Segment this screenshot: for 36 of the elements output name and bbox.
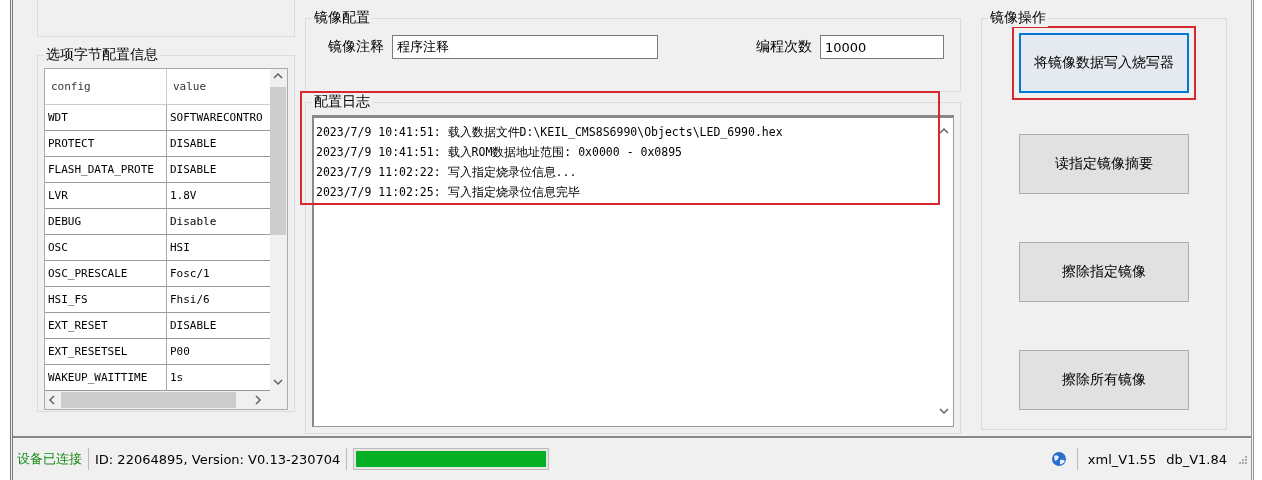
log-line: 2023/7/9 11:02:22: 写入指定烧录位信息... <box>316 164 578 181</box>
xml-version: xml_V1.55 <box>1087 451 1157 467</box>
comment-field[interactable]: 程序注释 <box>392 35 658 59</box>
table-cell: EXT_RESETSEL <box>45 339 167 365</box>
db-version: db_V1.84 <box>1166 451 1227 467</box>
log-line: 2023/7/9 10:41:51: 载入数据文件D:\KEIL_CMS8S6990\Objects\LED_6990.hex <box>316 124 784 141</box>
table-cell: HSI_FS <box>45 287 167 313</box>
resize-grip-icon[interactable] <box>1237 454 1247 464</box>
table-cell: OSC <box>45 235 167 261</box>
globe-icon <box>1050 451 1067 467</box>
connection-status: 设备已连接 <box>17 450 82 468</box>
table-cell: WDT <box>45 105 167 131</box>
vertical-scrollbar[interactable] <box>269 69 287 391</box>
group-title: 配置日志 <box>312 93 372 111</box>
table-cell: DEBUG <box>45 209 167 235</box>
action-button[interactable]: 将镜像数据写入烧写器 <box>1019 33 1189 93</box>
table-cell: OSC_PRESCALE <box>45 261 167 287</box>
log-area[interactable]: 2023/7/9 10:41:51: 载入数据文件D:\KEIL_CMS8S6990\Objects\LED_6990.hex 2023/7/9 10:41:51: 载入ROM数据地址范围: 0x0000 - 0x0895 2023/7/9 11:02:22: 写入指定烧录位信息... 2023/7/9 11:02:25: 写入指定烧录位信息完毕 <box>312 115 954 427</box>
table-cell: LVR <box>45 183 167 209</box>
table-cell: EXT_RESET <box>45 313 167 339</box>
group-title: 镜像操作 <box>988 9 1048 27</box>
log-line: 2023/7/9 10:41:51: 载入ROM数据地址范围: 0x0000 - 0x0895 <box>316 144 684 161</box>
field-label: 镜像注释 <box>328 38 384 56</box>
action-button[interactable]: 读指定镜像摘要 <box>1019 134 1189 194</box>
table-cell: PROTECT <box>45 131 167 157</box>
action-button[interactable]: 擦除所有镜像 <box>1019 350 1189 410</box>
horizontal-scrollbar[interactable] <box>45 391 287 409</box>
field-label: 编程次数 <box>756 38 812 56</box>
group-title: 镜像配置 <box>312 9 372 27</box>
column-header[interactable]: config <box>45 69 167 105</box>
table-cell: FLASH_DATA_PROTE <box>45 157 167 183</box>
device-info: ID: 22064895, Version: V0.13-230704 <box>95 451 341 467</box>
log-line: 2023/7/9 11:02:25: 写入指定烧录位信息完毕 <box>316 184 581 201</box>
action-button[interactable]: 擦除指定镜像 <box>1019 242 1189 302</box>
group-title: 选项字节配置信息 <box>44 46 160 64</box>
count-field[interactable]: 10000 <box>820 35 944 59</box>
